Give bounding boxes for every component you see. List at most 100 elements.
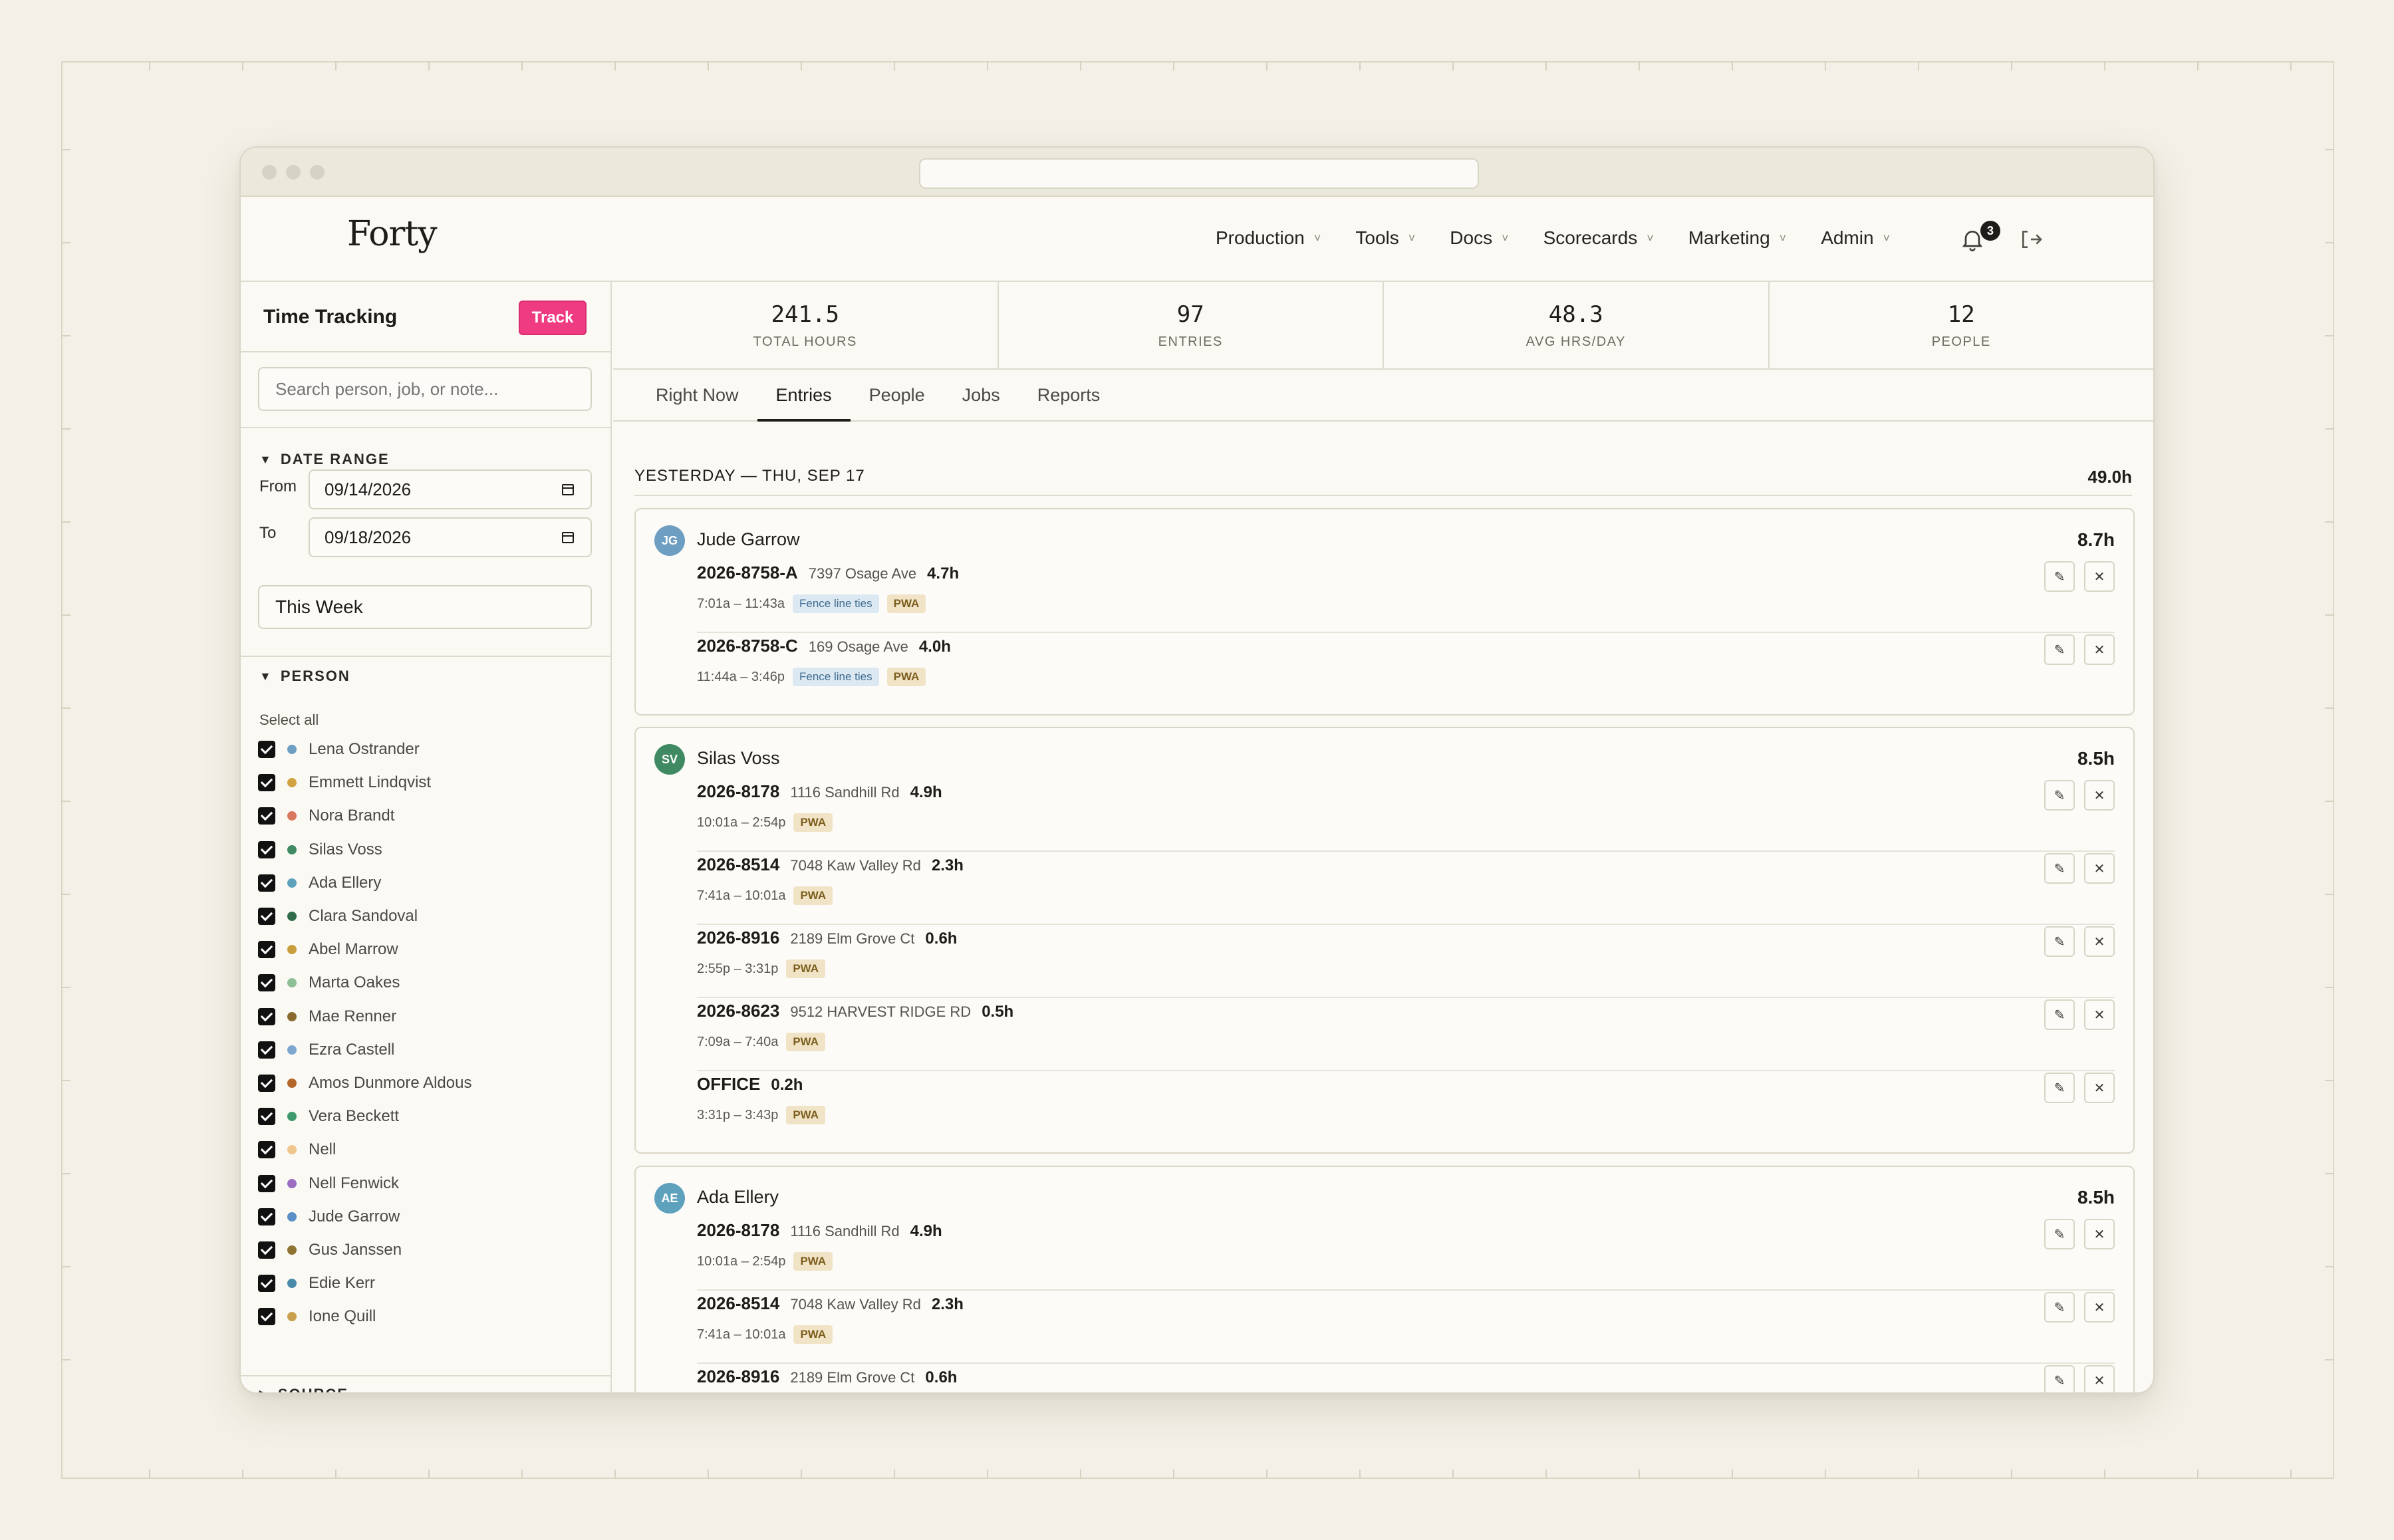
pencil-icon[interactable]: ✎ — [2044, 853, 2075, 884]
person-filter-item[interactable]: Gus Janssen — [258, 1233, 471, 1267]
maximize-window-dot[interactable] — [310, 165, 325, 180]
checkbox-checked[interactable] — [258, 1141, 275, 1159]
pencil-icon[interactable]: ✎ — [2044, 780, 2075, 811]
checkbox-checked[interactable] — [258, 1308, 275, 1326]
person-toggle[interactable]: ▼ PERSON — [259, 668, 350, 685]
nav-menu-scorecards[interactable]: Scorecards ˅ — [1543, 227, 1654, 249]
person-filter-item[interactable]: Clara Sandoval — [258, 900, 471, 933]
checkbox-checked[interactable] — [258, 774, 275, 792]
person-filter-item[interactable]: Ezra Castell — [258, 1033, 471, 1067]
app-logo[interactable]: Forty — [347, 214, 438, 254]
nav-menu-tools[interactable]: Tools ˅ — [1355, 227, 1415, 249]
checkbox-checked[interactable] — [258, 874, 275, 892]
job-number[interactable]: 2026-8514 — [697, 1293, 779, 1314]
tab-right-now[interactable]: Right Now — [637, 370, 757, 420]
nav-menu-docs[interactable]: Docs ˅ — [1450, 227, 1508, 249]
person-filter-item[interactable]: Vera Beckett — [258, 1100, 471, 1133]
pencil-icon[interactable]: ✎ — [2044, 1365, 2075, 1392]
close-icon[interactable]: ✕ — [2084, 1292, 2115, 1323]
pencil-icon[interactable]: ✎ — [2044, 926, 2075, 957]
checkbox-checked[interactable] — [258, 1275, 275, 1293]
checkbox-checked[interactable] — [258, 1074, 275, 1092]
close-icon[interactable]: ✕ — [2084, 926, 2115, 957]
close-icon[interactable]: ✕ — [2084, 999, 2115, 1030]
tab-people[interactable]: People — [851, 370, 944, 420]
pencil-icon[interactable]: ✎ — [2044, 1292, 2075, 1323]
person-name[interactable]: Jude Garrow — [697, 529, 800, 550]
job-number[interactable]: 2026-8916 — [697, 1366, 779, 1387]
tab-jobs[interactable]: Jobs — [944, 370, 1019, 420]
person-filter-item[interactable]: Nell — [258, 1133, 471, 1166]
checkbox-checked[interactable] — [258, 908, 275, 926]
person-filter-item[interactable]: Mae Renner — [258, 1000, 471, 1033]
pencil-icon[interactable]: ✎ — [2044, 1219, 2075, 1249]
calendar-icon[interactable] — [560, 481, 576, 497]
calendar-icon[interactable] — [560, 529, 576, 545]
checkbox-checked[interactable] — [258, 1041, 275, 1059]
tab-reports[interactable]: Reports — [1019, 370, 1119, 420]
pencil-icon[interactable]: ✎ — [2044, 1073, 2075, 1103]
tab-entries[interactable]: Entries — [757, 370, 851, 422]
track-button[interactable]: Track — [519, 301, 587, 335]
to-date-value: 09/18/2026 — [325, 527, 412, 547]
nav-menu-production[interactable]: Production ˅ — [1216, 227, 1321, 249]
person-filter-item[interactable]: Marta Oakes — [258, 966, 471, 999]
person-name[interactable]: Ada Ellery — [697, 1187, 779, 1208]
close-icon[interactable]: ✕ — [2084, 1073, 2115, 1103]
person-filter-item[interactable]: Ada Ellery — [258, 866, 471, 900]
job-number[interactable]: 2026-8758-A — [697, 563, 798, 583]
address-bar[interactable] — [919, 158, 1479, 189]
person-filter-item[interactable]: Nora Brandt — [258, 799, 471, 833]
minimize-window-dot[interactable] — [286, 165, 301, 180]
checkbox-checked[interactable] — [258, 1108, 275, 1126]
person-filter-item[interactable]: Ione Quill — [258, 1300, 471, 1333]
nav-menu-admin[interactable]: Admin ˅ — [1821, 227, 1890, 249]
close-icon[interactable]: ✕ — [2084, 1219, 2115, 1249]
checkbox-checked[interactable] — [258, 974, 275, 992]
from-label: From — [259, 477, 297, 495]
checkbox-checked[interactable] — [258, 1208, 275, 1225]
pencil-icon[interactable]: ✎ — [2044, 999, 2075, 1030]
checkbox-checked[interactable] — [258, 1174, 275, 1192]
close-window-dot[interactable] — [262, 165, 277, 180]
nav-menu-label: Docs — [1450, 227, 1493, 248]
person-filter-item[interactable]: Edie Kerr — [258, 1267, 471, 1300]
checkbox-checked[interactable] — [258, 807, 275, 825]
pencil-icon[interactable]: ✎ — [2044, 561, 2075, 592]
pencil-icon[interactable]: ✎ — [2044, 634, 2075, 665]
person-filter-item[interactable]: Nell Fenwick — [258, 1166, 471, 1200]
date-preset-select[interactable]: This Week — [258, 585, 592, 629]
checkbox-checked[interactable] — [258, 1241, 275, 1259]
job-number[interactable]: 2026-8623 — [697, 1001, 779, 1021]
checkbox-checked[interactable] — [258, 941, 275, 959]
search-input[interactable] — [258, 367, 592, 411]
checkbox-checked[interactable] — [258, 840, 275, 858]
from-date-input[interactable]: 09/14/2026 — [309, 469, 592, 509]
job-number[interactable]: OFFICE — [697, 1074, 760, 1094]
person-filter-item[interactable]: Emmett Lindqvist — [258, 766, 471, 799]
person-filter-item[interactable]: Jude Garrow — [258, 1200, 471, 1233]
date-range-toggle[interactable]: ▼ DATE RANGE — [259, 451, 390, 468]
close-icon[interactable]: ✕ — [2084, 1365, 2115, 1392]
job-number[interactable]: 2026-8916 — [697, 928, 779, 948]
checkbox-checked[interactable] — [258, 1007, 275, 1025]
person-filter-item[interactable]: Amos Dunmore Aldous — [258, 1067, 471, 1100]
close-icon[interactable]: ✕ — [2084, 634, 2115, 665]
job-number[interactable]: 2026-8178 — [697, 781, 779, 802]
nav-menu-marketing[interactable]: Marketing ˅ — [1688, 227, 1786, 249]
source-toggle[interactable]: ▶ SOURCE — [259, 1386, 348, 1392]
close-icon[interactable]: ✕ — [2084, 780, 2115, 811]
close-icon[interactable]: ✕ — [2084, 853, 2115, 884]
job-number[interactable]: 2026-8514 — [697, 854, 779, 875]
job-number[interactable]: 2026-8758-C — [697, 636, 798, 656]
person-filter-item[interactable]: Silas Voss — [258, 833, 471, 866]
person-name[interactable]: Silas Voss — [697, 748, 780, 769]
person-filter-item[interactable]: Lena Ostrander — [258, 733, 471, 766]
job-number[interactable]: 2026-8178 — [697, 1220, 779, 1241]
checkbox-checked[interactable] — [258, 741, 275, 759]
select-all-link[interactable]: Select all — [259, 711, 319, 729]
to-date-input[interactable]: 09/18/2026 — [309, 517, 592, 557]
logout-icon[interactable] — [2018, 226, 2044, 253]
person-filter-item[interactable]: Abel Marrow — [258, 933, 471, 966]
close-icon[interactable]: ✕ — [2084, 561, 2115, 592]
